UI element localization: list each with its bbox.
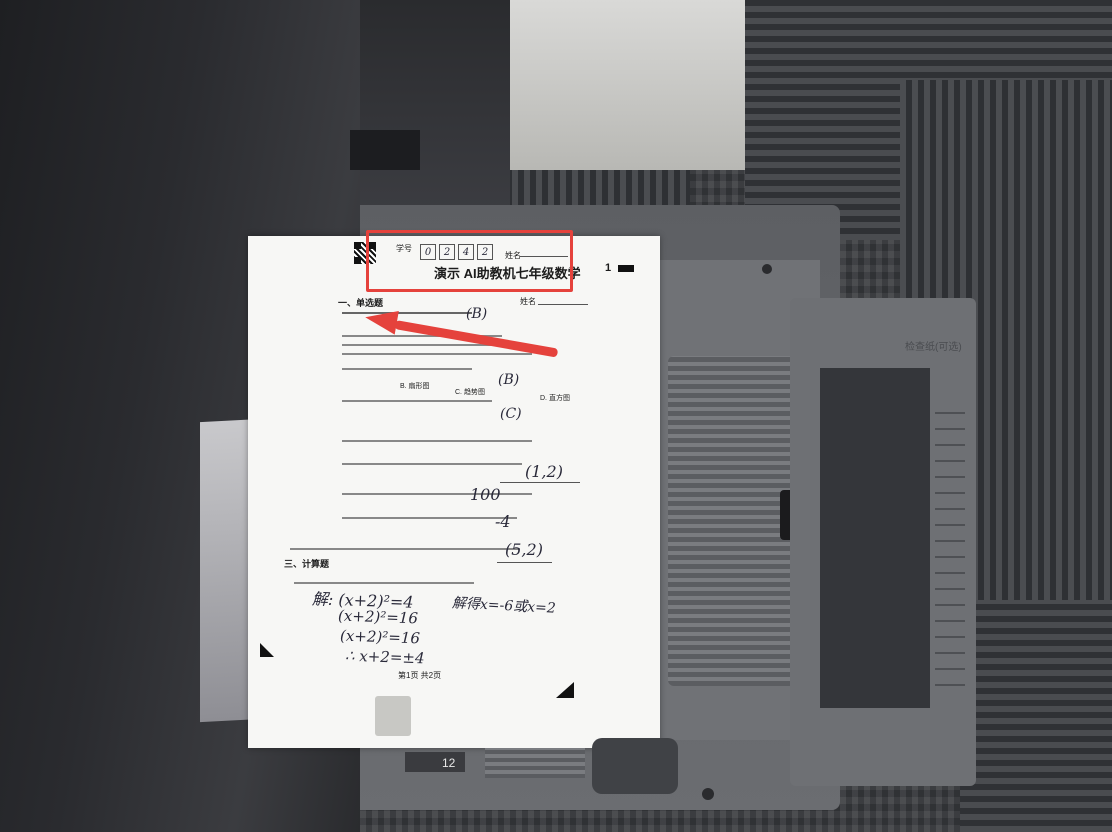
corner-mark: [556, 682, 574, 698]
extension-label: 检查纸(可选): [905, 342, 962, 353]
screw-icon: [762, 264, 772, 274]
question-line: [342, 517, 517, 519]
handwriting-line: (x+2)²=16: [339, 626, 421, 648]
question-line: [342, 368, 472, 370]
answer-blank-c: -4: [495, 512, 511, 531]
blank-underline: [497, 562, 552, 563]
extension-ruler: [935, 400, 965, 700]
option-c: C. 趋势图: [455, 389, 485, 396]
tray-grip[interactable]: [485, 748, 585, 778]
page-marker: 1: [605, 262, 612, 274]
option-b: B. 扇形图: [400, 383, 430, 390]
option-d: D. 直方图: [540, 395, 570, 402]
printer-hinge: [350, 130, 420, 170]
question-line: [342, 440, 532, 442]
printer-upper-body: [340, 0, 510, 220]
answer-q3: (C): [500, 406, 522, 422]
handwriting-line: (x+2)²=16: [337, 606, 419, 628]
highlight-box: [366, 230, 573, 292]
question-line: [342, 400, 492, 402]
corner-mark: [260, 643, 274, 657]
handwriting-line: ∴ x+2=±4: [344, 646, 425, 668]
answer-blank-d: (5,2): [505, 540, 543, 559]
screw-icon: [702, 788, 714, 800]
question-line: [290, 548, 520, 550]
alignment-mark: [618, 265, 634, 272]
answer-q1: (B): [466, 306, 488, 322]
cabinet: [495, 0, 745, 170]
question-line: [342, 353, 532, 355]
question-line: [342, 312, 472, 314]
tray-handle[interactable]: [592, 738, 678, 794]
page-footer: 第1页 共2页: [398, 671, 442, 680]
section-calculation: 三、计算题: [284, 559, 330, 569]
question-line: [342, 463, 522, 465]
question-line: [342, 493, 532, 495]
carpet-tile: [960, 600, 1112, 832]
name-underline: [538, 304, 588, 305]
extension-opening: [820, 368, 930, 708]
blank-underline: [500, 482, 580, 483]
answer-blank-b: 100: [470, 485, 501, 504]
tray-number-label: 12: [442, 756, 456, 770]
answer-q2: (B): [498, 372, 520, 388]
paper-end-stop[interactable]: [375, 696, 411, 736]
question-line: [294, 582, 474, 584]
tray-size-tab: [405, 752, 465, 772]
name-line-label: 姓名: [520, 297, 536, 306]
answer-blank-a: (1,2): [525, 462, 563, 481]
